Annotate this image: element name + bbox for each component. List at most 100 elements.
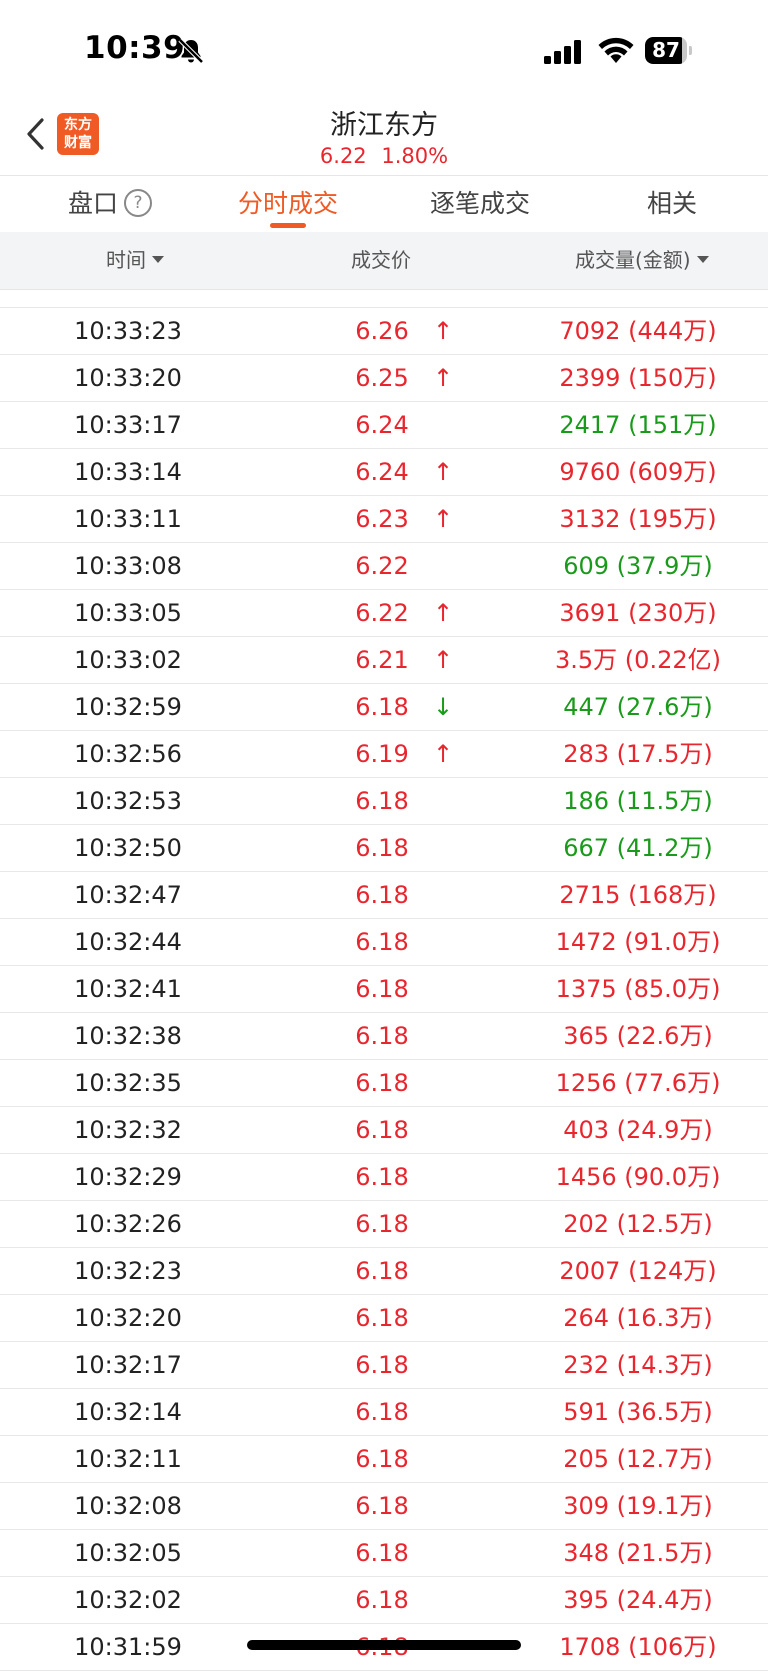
trade-price: 6.22: [355, 552, 409, 580]
table-row: 10:32:29 6.18 1456 (90.0万): [0, 1154, 768, 1201]
battery-cap: [689, 46, 692, 55]
tab-label: 分时成交: [237, 189, 338, 218]
trade-price: 6.18: [355, 1304, 409, 1332]
status-time: 10:39: [84, 30, 186, 66]
arrow-up-icon: ↑: [432, 646, 454, 674]
table-row: 10:32:23 6.18 2007 (124万): [0, 1248, 768, 1295]
battery-percent: 87: [652, 38, 680, 62]
trade-price: 6.18: [355, 881, 409, 909]
arrow-up-icon: [428, 543, 458, 589]
table-row: 10:33:23 6.26 ↑ 7092 (444万): [0, 308, 768, 355]
trade-volume: 9760 (609万): [559, 458, 717, 486]
trade-time: 10:32:02: [74, 1586, 182, 1614]
trade-time: 10:32:35: [74, 1069, 182, 1097]
trade-time: 10:33:17: [74, 411, 182, 439]
trade-volume: 202 (12.5万): [563, 1210, 713, 1238]
trade-time: 10:32:26: [74, 1210, 182, 1238]
nav-header: 东方 财富 浙江东方 6.22 1.80%: [0, 100, 768, 175]
trade-price: 6.18: [355, 1398, 409, 1426]
tab-related[interactable]: 相关: [632, 176, 712, 232]
arrow-up-icon: ↑: [432, 364, 454, 392]
trade-volume: 232 (14.3万): [563, 1351, 713, 1379]
trade-volume: 348 (21.5万): [563, 1539, 713, 1567]
table-row: 10:32:17 6.18 232 (14.3万): [0, 1342, 768, 1389]
trade-price: 6.18: [355, 1069, 409, 1097]
trade-list[interactable]: 10:33:23 6.26 ↑ 7092 (444万) 10:33:20 6.25 ↑ 239…: [0, 298, 768, 1671]
trade-volume: 591 (36.5万): [563, 1398, 713, 1426]
trade-price: 6.25: [355, 364, 409, 392]
bell-muted-icon: [178, 38, 204, 64]
column-volume-sort[interactable]: 成交量(金额): [575, 232, 709, 289]
table-row: 10:32:32 6.18 403 (24.9万): [0, 1107, 768, 1154]
trade-price: 6.18: [355, 1116, 409, 1144]
stock-quote: 6.22 1.80%: [0, 144, 768, 168]
arrow-up-icon: [428, 1577, 458, 1623]
table-row: 10:32:05 6.18 348 (21.5万): [0, 1530, 768, 1577]
table-row: 10:32:02 6.18 395 (24.4万): [0, 1577, 768, 1624]
trade-time: 10:32:29: [74, 1163, 182, 1191]
stock-price: 6.22: [319, 144, 367, 168]
arrow-up-icon: ↑: [432, 505, 454, 533]
table-row: 10:33:02 6.21 ↑ 3.5万 (0.22亿): [0, 637, 768, 684]
trade-time: 10:32:20: [74, 1304, 182, 1332]
wifi-icon: [598, 37, 634, 63]
trade-price: 6.24: [355, 411, 409, 439]
trade-volume: 283 (17.5万): [563, 740, 713, 768]
trade-price: 6.18: [355, 693, 409, 721]
table-row: 10:33:14 6.24 ↑ 9760 (609万): [0, 449, 768, 496]
table-row: 10:33:11 6.23 ↑ 3132 (195万): [0, 496, 768, 543]
trade-volume: 1708 (106万): [559, 1633, 717, 1661]
trade-time: 10:33:23: [74, 317, 182, 345]
arrow-up-icon: [428, 825, 458, 871]
arrow-up-icon: [428, 402, 458, 448]
arrow-up-icon: [428, 1483, 458, 1529]
home-indicator: [247, 1640, 521, 1650]
trade-volume: 2715 (168万): [559, 881, 717, 909]
active-tab-indicator: [270, 223, 306, 228]
arrow-up-icon: ↑: [432, 599, 454, 627]
arrow-up-icon: ↑: [432, 317, 454, 345]
trade-volume: 609 (37.9万): [563, 552, 713, 580]
trade-volume: 7092 (444万): [559, 317, 717, 345]
arrow-up-icon: [428, 1013, 458, 1059]
trade-volume: 264 (16.3万): [563, 1304, 713, 1332]
trade-volume: 1456 (90.0万): [555, 1163, 721, 1191]
trade-time: 10:33:14: [74, 458, 182, 486]
arrow-up-icon: [428, 872, 458, 918]
column-header: 时间 成交价 成交量(金额): [0, 232, 768, 290]
arrow-up-icon: [428, 1530, 458, 1576]
tab-label: 相关: [646, 189, 697, 218]
tab-bar: 盘口? 分时成交 逐笔成交 相关: [0, 175, 768, 232]
column-volume-label: 成交量(金额): [575, 248, 691, 272]
table-row: 10:32:20 6.18 264 (16.3万): [0, 1295, 768, 1342]
trade-time: 10:33:05: [74, 599, 182, 627]
help-icon[interactable]: ?: [124, 189, 152, 217]
trade-price: 6.18: [355, 1257, 409, 1285]
tab-tick-by-tick[interactable]: 逐笔成交: [420, 176, 540, 232]
trade-volume: 1375 (85.0万): [555, 975, 721, 1003]
trade-time: 10:32:53: [74, 787, 182, 815]
column-price-label: 成交价: [351, 248, 411, 272]
column-time-sort[interactable]: 时间: [106, 232, 164, 289]
trade-price: 6.18: [355, 928, 409, 956]
cellular-signal-icon: [544, 40, 581, 64]
trade-price: 6.23: [355, 505, 409, 533]
sort-caret-icon: [152, 256, 164, 263]
trade-price: 6.19: [355, 740, 409, 768]
trade-volume: 2007 (124万): [559, 1257, 717, 1285]
trade-time: 10:33:08: [74, 552, 182, 580]
trade-volume: 2399 (150万): [559, 364, 717, 392]
sort-caret-icon: [696, 256, 709, 263]
trade-time: 10:32:17: [74, 1351, 182, 1379]
trade-time: 10:32:41: [74, 975, 182, 1003]
trade-time: 10:32:23: [74, 1257, 182, 1285]
table-row: 10:32:56 6.19 ↑ 283 (17.5万): [0, 731, 768, 778]
table-row: 10:32:44 6.18 1472 (91.0万): [0, 919, 768, 966]
arrow-up-icon: [428, 1248, 458, 1294]
arrow-up-icon: [428, 919, 458, 965]
trade-price: 6.26: [355, 317, 409, 345]
table-row: 10:32:38 6.18 365 (22.6万): [0, 1013, 768, 1060]
tab-pankou[interactable]: 盘口?: [55, 176, 165, 232]
stock-change-percent: 1.80%: [381, 144, 449, 168]
tab-label: 盘口: [67, 189, 118, 218]
